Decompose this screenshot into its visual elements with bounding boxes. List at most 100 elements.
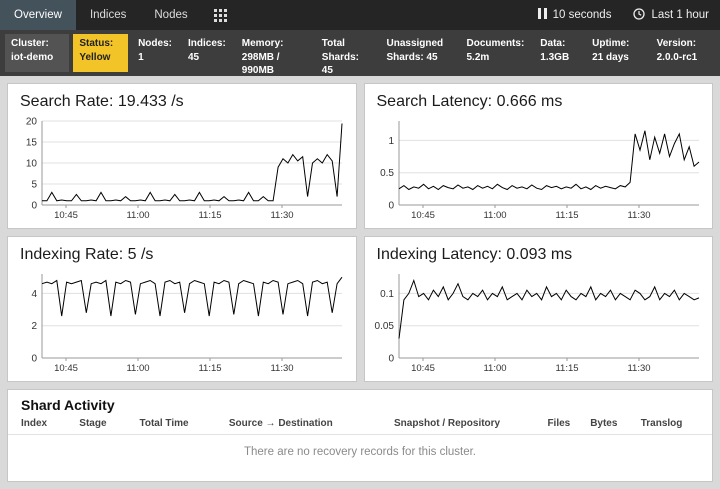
stat-status: Status: Yellow bbox=[73, 34, 128, 72]
svg-text:10:45: 10:45 bbox=[411, 210, 435, 221]
stat-label: Status: bbox=[79, 38, 113, 49]
tab-overview[interactable]: Overview bbox=[0, 0, 76, 30]
svg-text:11:00: 11:00 bbox=[483, 363, 506, 374]
tab-nodes[interactable]: Nodes bbox=[140, 0, 201, 30]
search-rate-title: Search Rate: 19.433 /s bbox=[8, 84, 356, 113]
tab-indices[interactable]: Indices bbox=[76, 0, 140, 30]
stat-value: Yellow bbox=[79, 52, 110, 63]
col-source-destination: Source → Destination bbox=[229, 418, 394, 429]
search-latency-chart[interactable]: 0 0.5 1 10:45 11:00 11:15 11:30 bbox=[369, 115, 707, 223]
stat-version: Version: 2.0.0-rc1 bbox=[651, 34, 715, 72]
stat-value: 2.0.0-rc1 bbox=[657, 52, 698, 63]
svg-text:10:45: 10:45 bbox=[411, 363, 435, 374]
app-window: Overview Indices Nodes 10 seconds Last bbox=[0, 0, 720, 489]
svg-text:0.05: 0.05 bbox=[374, 321, 394, 332]
stat-data: Data: 1.3GB bbox=[534, 34, 582, 72]
shard-empty-message: There are no recovery records for this c… bbox=[8, 435, 712, 469]
stat-value: 21 days bbox=[592, 52, 629, 63]
stat-label: Memory: bbox=[242, 38, 284, 49]
stat-documents: Documents: 5.2m bbox=[460, 34, 530, 72]
time-range-label: Last 1 hour bbox=[651, 9, 709, 21]
stat-label: Documents: bbox=[466, 38, 524, 49]
svg-text:10:45: 10:45 bbox=[54, 363, 78, 374]
refresh-interval-control[interactable]: 10 seconds bbox=[527, 0, 623, 30]
stat-value: iot-demo bbox=[11, 52, 53, 63]
svg-text:0.5: 0.5 bbox=[380, 168, 394, 179]
svg-text:11:15: 11:15 bbox=[198, 363, 221, 374]
panel-search-latency: Search Latency: 0.666 ms 0 0.5 1 10:45 11:00… bbox=[364, 83, 714, 229]
nav-spacer bbox=[239, 0, 527, 30]
top-nav: Overview Indices Nodes 10 seconds Last bbox=[0, 0, 720, 30]
stat-value: 5.2m bbox=[466, 52, 489, 63]
panel-indexing-latency: Indexing Latency: 0.093 ms 0 0.05 0.1 10:45… bbox=[364, 236, 714, 382]
stat-label: Total Shards: bbox=[322, 38, 359, 63]
stat-value: 298MB / 990MB bbox=[242, 52, 280, 77]
stat-indices: Indices: 45 bbox=[182, 34, 232, 72]
stat-label: Version: bbox=[657, 38, 696, 49]
svg-text:1: 1 bbox=[388, 136, 394, 147]
col-total-time: Total Time bbox=[140, 418, 229, 429]
col-snapshot-repository: Snapshot / Repository bbox=[394, 418, 547, 429]
indexing-rate-title: Indexing Rate: 5 /s bbox=[8, 237, 356, 266]
cluster-stats-bar: Cluster: iot-demo Status: Yellow Nodes: … bbox=[0, 30, 720, 76]
svg-text:0.1: 0.1 bbox=[380, 289, 394, 300]
stat-label: Uptime: bbox=[592, 38, 629, 49]
svg-text:11:00: 11:00 bbox=[126, 210, 149, 221]
stat-value: 45 bbox=[322, 65, 333, 76]
stat-nodes: Nodes: 1 bbox=[132, 34, 178, 72]
search-rate-chart[interactable]: 0510152010:4511:0011:1511:30 bbox=[12, 115, 350, 223]
col-files: Files bbox=[547, 418, 590, 429]
svg-text:0: 0 bbox=[31, 354, 37, 365]
svg-text:11:00: 11:00 bbox=[483, 210, 506, 221]
stat-value: 45 bbox=[427, 52, 438, 63]
refresh-interval-label: 10 seconds bbox=[553, 9, 612, 21]
main-content: Search Rate: 19.433 /s 0510152010:4511:0… bbox=[0, 76, 720, 489]
svg-text:0: 0 bbox=[388, 201, 394, 212]
svg-text:4: 4 bbox=[31, 289, 37, 300]
stat-label: Nodes: bbox=[138, 38, 172, 49]
svg-text:2: 2 bbox=[31, 321, 37, 332]
svg-text:11:30: 11:30 bbox=[627, 363, 650, 374]
indexing-latency-title: Indexing Latency: 0.093 ms bbox=[365, 237, 713, 266]
col-index: Index bbox=[21, 418, 79, 429]
svg-text:0: 0 bbox=[388, 354, 394, 365]
stat-uptime: Uptime: 21 days bbox=[586, 34, 647, 72]
stat-label: Data: bbox=[540, 38, 565, 49]
stat-unassigned-shards: Unassigned Shards: 45 bbox=[380, 34, 456, 72]
shard-activity-panel: Shard Activity Index Stage Total Time So… bbox=[7, 389, 713, 482]
stat-value: 1.3GB bbox=[540, 52, 569, 63]
stat-total-shards: Total Shards: 45 bbox=[316, 34, 377, 72]
panel-indexing-rate: Indexing Rate: 5 /s 0 2 4 10:45 11:00 11:15 11… bbox=[7, 236, 357, 382]
col-stage: Stage bbox=[79, 418, 139, 429]
clock-icon bbox=[633, 8, 645, 23]
svg-text:5: 5 bbox=[31, 180, 37, 191]
svg-text:10: 10 bbox=[26, 159, 38, 170]
svg-text:11:30: 11:30 bbox=[270, 210, 293, 221]
stat-memory: Memory: 298MB / 990MB bbox=[236, 34, 312, 72]
panel-search-rate: Search Rate: 19.433 /s 0510152010:4511:0… bbox=[7, 83, 357, 229]
svg-text:11:15: 11:15 bbox=[198, 210, 221, 221]
search-latency-title: Search Latency: 0.666 ms bbox=[365, 84, 713, 113]
svg-text:11:30: 11:30 bbox=[627, 210, 650, 221]
stat-value: 1 bbox=[138, 52, 144, 63]
stat-cluster: Cluster: iot-demo bbox=[5, 34, 69, 72]
svg-text:15: 15 bbox=[26, 138, 38, 149]
indexing-rate-chart[interactable]: 0 2 4 10:45 11:00 11:15 11:30 bbox=[12, 268, 350, 376]
pause-icon[interactable] bbox=[538, 8, 547, 22]
col-bytes: Bytes bbox=[590, 418, 641, 429]
shard-activity-title: Shard Activity bbox=[8, 390, 712, 418]
stat-label: Indices: bbox=[188, 38, 226, 49]
svg-text:0: 0 bbox=[31, 201, 37, 212]
svg-text:11:00: 11:00 bbox=[126, 363, 149, 374]
shard-table-header: Index Stage Total Time Source → Destinat… bbox=[8, 418, 712, 435]
svg-text:11:15: 11:15 bbox=[555, 210, 578, 221]
svg-text:11:15: 11:15 bbox=[555, 363, 578, 374]
time-range-control[interactable]: Last 1 hour bbox=[622, 0, 720, 30]
stat-label: Cluster: bbox=[11, 38, 49, 49]
indexing-latency-chart[interactable]: 0 0.05 0.1 10:45 11:00 11:15 11:30 bbox=[369, 268, 707, 376]
svg-text:11:30: 11:30 bbox=[270, 363, 293, 374]
stat-value: 45 bbox=[188, 52, 199, 63]
apps-grid-icon[interactable] bbox=[202, 0, 239, 30]
col-translog: Translog bbox=[641, 418, 699, 429]
svg-text:20: 20 bbox=[26, 117, 38, 128]
